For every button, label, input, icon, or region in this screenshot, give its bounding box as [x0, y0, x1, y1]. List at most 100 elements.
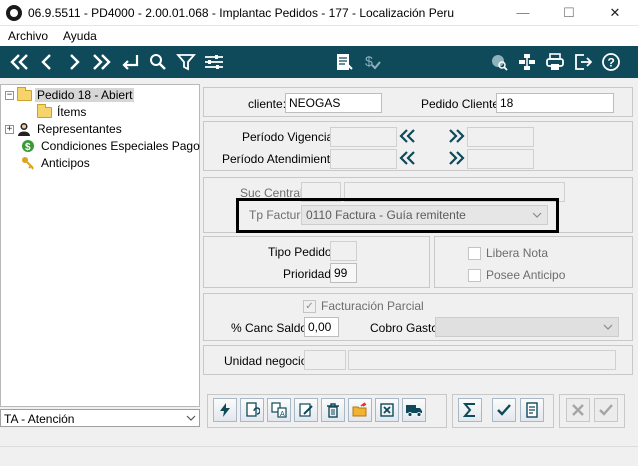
pedido-cliente-field[interactable]: 18: [496, 93, 614, 113]
maximize-button[interactable]: ☐: [546, 0, 592, 26]
key-icon: [22, 157, 34, 170]
doc-refresh-icon[interactable]: [240, 398, 264, 422]
window-title: 06.9.5511 - PD4000 - 2.00.01.068 - Impla…: [28, 6, 455, 20]
chevron-down-icon[interactable]: [183, 410, 199, 426]
cliente-label: cliente:: [248, 97, 287, 111]
trash-icon[interactable]: [321, 398, 345, 422]
tree-item-label: Representantes: [37, 122, 122, 136]
periodo-vigencia-end-field[interactable]: [467, 127, 534, 147]
periodo-atendimiento-end-field[interactable]: [467, 149, 534, 169]
checkbox-box[interactable]: [468, 268, 481, 282]
status-bar: [0, 446, 638, 466]
filter-icon[interactable]: [174, 50, 198, 74]
cobro-gasto-select[interactable]: [435, 317, 619, 337]
tree-item-label: Condiciones Especiales Pago: [41, 139, 200, 153]
collapse-icon[interactable]: −: [5, 90, 14, 100]
person-icon: [18, 123, 30, 136]
last-icon[interactable]: [89, 50, 113, 74]
cobro-gasto-label: Cobro Gasto:: [370, 321, 442, 335]
title-bar: 06.9.5511 - PD4000 - 2.00.01.068 - Impla…: [0, 0, 638, 26]
double-left-arrow-icon[interactable]: [398, 149, 418, 167]
lightning-icon[interactable]: [213, 398, 237, 422]
periodo-vigencia-label: Período Vigencia:: [242, 130, 337, 144]
search-icon[interactable]: [146, 50, 170, 74]
report-icon[interactable]: [332, 50, 356, 74]
cancel-box-icon[interactable]: [375, 398, 399, 422]
double-left-arrow-icon[interactable]: [398, 127, 418, 145]
pedido-cliente-label: Pedido Cliente:: [421, 97, 503, 111]
tree-item-label: Anticipos: [41, 156, 90, 170]
check-icon[interactable]: [492, 398, 516, 422]
tree-item-representantes[interactable]: + Representantes: [5, 121, 124, 137]
tree-item-label: Pedido 18 - Abiert: [35, 88, 135, 102]
confirm-icon[interactable]: [594, 398, 618, 422]
currency-icon[interactable]: $: [360, 50, 384, 74]
open-folder-icon[interactable]: [348, 398, 372, 422]
chevron-down-icon: [532, 212, 542, 218]
navigation-tree: − Pedido 18 - Abiert Ítems + Representan…: [0, 84, 200, 407]
next-icon[interactable]: [62, 50, 86, 74]
network-icon[interactable]: [515, 50, 539, 74]
chevron-down-icon: [603, 324, 613, 330]
tree-item-label: Ítems: [57, 105, 87, 119]
truck-icon[interactable]: [402, 398, 426, 422]
close-button[interactable]: ✕: [592, 0, 638, 26]
tp-factur-value: 0110 Factura - Guía remitente: [306, 208, 466, 222]
minimize-button[interactable]: —: [500, 0, 546, 26]
unidad-negocio-code-field[interactable]: [304, 350, 346, 370]
posee-anticipo-label: Posee Anticipo: [486, 268, 566, 282]
tree-item-items[interactable]: Ítems: [37, 103, 88, 120]
prev-icon[interactable]: [35, 50, 59, 74]
cliente-field[interactable]: NEOGAS: [285, 93, 382, 113]
money-icon: $: [22, 140, 34, 153]
return-icon[interactable]: [118, 50, 142, 74]
prioridad-label: Prioridad:: [283, 267, 335, 281]
tp-factur-select[interactable]: 0110 Factura - Guía remitente: [301, 205, 548, 225]
libera-nota-checkbox[interactable]: Libera Nota: [468, 246, 548, 260]
svg-text:A: A: [280, 411, 285, 418]
checkbox-box[interactable]: [468, 246, 481, 260]
sigma-icon[interactable]: [458, 398, 482, 422]
prioridad-field[interactable]: 99: [330, 263, 357, 283]
double-right-arrow-icon[interactable]: [446, 127, 466, 145]
tree-item-pedido[interactable]: − Pedido 18 - Abiert: [5, 86, 135, 103]
menu-bar: Archivo Ayuda: [0, 26, 638, 46]
first-icon[interactable]: [8, 50, 32, 74]
tree-item-anticipos[interactable]: Anticipos: [21, 155, 92, 171]
main-toolbar: $ ?: [0, 46, 638, 78]
app-icon: [6, 5, 22, 21]
settings-icon[interactable]: [202, 50, 226, 74]
exit-icon[interactable]: [571, 50, 595, 74]
check-icon[interactable]: ✓: [303, 299, 316, 313]
print-icon[interactable]: [543, 50, 567, 74]
tipo-pedido-field[interactable]: [330, 241, 357, 261]
svg-text:$: $: [25, 142, 31, 153]
periodo-vigencia-start-field[interactable]: [330, 127, 397, 147]
doc-translate-icon[interactable]: A: [267, 398, 291, 422]
folder-icon: [17, 86, 32, 101]
expand-icon[interactable]: +: [5, 124, 14, 134]
menu-ayuda[interactable]: Ayuda: [63, 29, 97, 43]
document-icon[interactable]: [520, 398, 544, 422]
attention-select-value: TA - Atención: [4, 412, 75, 426]
globe-search-icon[interactable]: [487, 50, 511, 74]
tp-factur-label: Tp Factur:: [249, 208, 304, 222]
svg-text:$: $: [365, 53, 373, 69]
attention-select[interactable]: TA - Atención: [0, 409, 200, 427]
unidad-negocio-name-field[interactable]: [348, 350, 616, 370]
canc-saldo-field[interactable]: 0,00: [304, 317, 339, 337]
cancel-icon[interactable]: [566, 398, 590, 422]
posee-anticipo-checkbox[interactable]: Posee Anticipo: [468, 268, 565, 282]
periodo-atendimiento-start-field[interactable]: [330, 149, 397, 169]
folder-icon: [37, 103, 52, 118]
help-icon[interactable]: ?: [599, 50, 623, 74]
double-right-arrow-icon[interactable]: [446, 149, 466, 167]
tipo-pedido-label: Tipo Pedido:: [268, 245, 335, 259]
svg-text:?: ?: [608, 56, 615, 70]
tree-item-condiciones[interactable]: $ Condiciones Especiales Pago: [21, 138, 202, 154]
doc-edit-icon[interactable]: [294, 398, 318, 422]
facturacion-parcial-checkbox[interactable]: ✓ Facturación Parcial: [303, 299, 424, 313]
libera-nota-label: Libera Nota: [486, 246, 549, 260]
facturacion-parcial-label: Facturación Parcial: [321, 299, 424, 313]
menu-archivo[interactable]: Archivo: [8, 29, 48, 43]
